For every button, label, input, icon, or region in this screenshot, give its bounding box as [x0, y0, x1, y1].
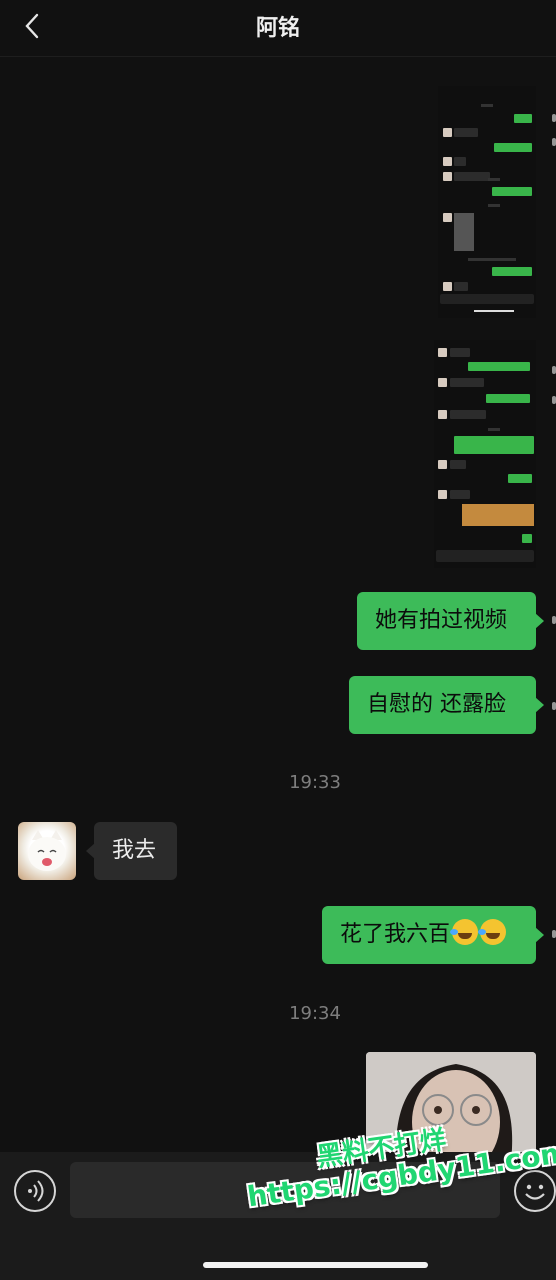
laughing-emoji-icon [478, 919, 507, 945]
voice-button[interactable] [14, 1170, 56, 1212]
edge-mark [552, 114, 556, 122]
sent-message-bubble[interactable]: 她有拍过视频 [357, 592, 544, 650]
message-text: 我去 [112, 838, 157, 863]
chat-title: 阿铭 [255, 16, 300, 41]
timestamp: 19:34 [289, 1003, 341, 1024]
cat-avatar-icon [28, 830, 66, 871]
sent-message-bubble[interactable]: 花了我六百 [322, 906, 544, 964]
home-indicator[interactable] [203, 1262, 428, 1268]
shared-screenshot-image[interactable] [434, 340, 536, 568]
message-text: 自慰的 还露脸 [367, 692, 506, 717]
sent-message-bubble[interactable]: 自慰的 还露脸 [349, 676, 544, 734]
shared-screenshot-image[interactable] [438, 86, 536, 318]
message-text: 花了我六百 [340, 922, 451, 947]
received-message-bubble[interactable]: 我去 [86, 822, 177, 880]
top-bar: 阿铭 [0, 0, 556, 57]
contact-avatar[interactable] [18, 822, 76, 880]
timestamp: 19:33 [289, 772, 341, 793]
edge-mark [552, 396, 556, 404]
message-text: 她有拍过视频 [375, 608, 508, 633]
voice-icon [28, 1180, 44, 1202]
edge-mark [552, 138, 556, 146]
edge-mark [552, 930, 556, 938]
edge-mark [552, 366, 556, 374]
emoji-button[interactable] [514, 1170, 556, 1212]
edge-mark [552, 702, 556, 710]
edge-mark [552, 616, 556, 624]
laughing-emoji-icon [450, 919, 479, 945]
emoji-icon [525, 1184, 545, 1200]
